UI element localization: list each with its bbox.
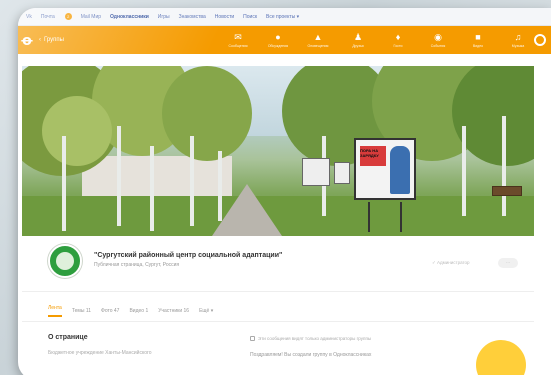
- toolbar-nav-label: Сообщения: [228, 44, 248, 48]
- portal-link[interactable]: Почта: [41, 14, 55, 20]
- portal-link[interactable]: Знакомства: [179, 14, 206, 20]
- toolbar-nav-label: Видео: [472, 44, 484, 48]
- video-icon: ■: [475, 32, 481, 42]
- group-title[interactable]: "Сургутский районный центр социальной ад…: [94, 252, 282, 259]
- admin-notice: Эти сообщения видят только администратор…: [250, 336, 371, 341]
- toolbar-nav-friends[interactable]: ♟ Друзья: [338, 26, 378, 54]
- small-billboard: [302, 158, 330, 186]
- more-options-button[interactable]: ···: [498, 258, 518, 268]
- tab-item[interactable]: Лента: [48, 305, 62, 317]
- guests-icon: ♦: [395, 32, 401, 42]
- tab-item[interactable]: Участники 16: [158, 308, 189, 314]
- group-header: "Сургутский районный центр социальной ад…: [22, 236, 534, 292]
- portal-link[interactable]: Игры: [158, 14, 170, 20]
- cover-photo[interactable]: ПОРА НА ЗАРЯДКУ: [22, 66, 534, 236]
- main-toolbar: ꝋ ‹ Группы ✉ Сообщения ● Обсуждения ▲ Оповеще…: [18, 26, 551, 54]
- toolbar-nav: ✉ Сообщения ● Обсуждения ▲ Оповещения ♟ Друзья ♦…: [218, 26, 538, 54]
- tab-item[interactable]: Фото 47: [101, 308, 119, 314]
- cover-building: [82, 156, 232, 201]
- toolbar-nav-label: Оповещения: [307, 44, 329, 48]
- portal-link[interactable]: Новости: [215, 14, 234, 20]
- portal-bar: Vk Почта 2 Mail Мир Одноклассники Игры Знакомс…: [18, 8, 551, 26]
- tab-item[interactable]: Видео 1: [129, 308, 148, 314]
- small-billboard: [334, 162, 350, 184]
- mail-count-badge: 2: [64, 13, 72, 20]
- tab-item[interactable]: Ещё ▾: [199, 308, 213, 314]
- chevron-left-icon: ‹: [39, 37, 41, 43]
- welcome-notice: Поздравляем! Вы создали группу в Однокла…: [250, 352, 372, 358]
- toolbar-nav-label: Музыка: [511, 44, 525, 48]
- music-icon: ♫: [514, 32, 522, 42]
- tree-foliage: [162, 66, 252, 161]
- admin-status[interactable]: ✓ Администратор: [432, 260, 470, 266]
- portal-link[interactable]: Поиск: [243, 14, 257, 20]
- birch-trunk: [190, 136, 194, 226]
- toolbar-nav-label: Обсуждения: [267, 44, 289, 48]
- toolbar-nav-label: События: [430, 44, 446, 48]
- bell-icon: ▲: [313, 32, 323, 42]
- birch-trunk: [502, 116, 506, 216]
- group-tabs: Лента Темы 11 Фото 47 Видео 1 Участники 16 Ещ…: [22, 300, 534, 322]
- toolbar-nav-video[interactable]: ■ Видео: [458, 26, 498, 54]
- park-bench: [492, 186, 522, 196]
- admin-notice-text: Эти сообщения видят только администратор…: [258, 336, 372, 341]
- toolbar-nav-chat[interactable]: ● Обсуждения: [258, 26, 298, 54]
- toolbar-nav-bell[interactable]: ▲ Оповещения: [298, 26, 338, 54]
- profile-avatar-icon[interactable]: [534, 34, 546, 46]
- birch-trunk: [218, 151, 222, 221]
- birch-trunk: [117, 126, 121, 226]
- chat-icon: ●: [275, 32, 281, 42]
- birch-trunk: [462, 126, 466, 216]
- envelope-icon: ✉: [234, 32, 242, 42]
- group-avatar[interactable]: [48, 244, 82, 278]
- toolbar-nav-guests[interactable]: ♦ Гости: [378, 26, 418, 54]
- billboard-figure: [390, 146, 410, 194]
- friends-icon: ♟: [353, 32, 363, 42]
- tree-foliage: [42, 96, 112, 166]
- portal-link[interactable]: Все проекты ▾: [266, 14, 299, 20]
- about-title: О странице: [48, 334, 88, 341]
- toolbar-nav-events[interactable]: ◉ События: [418, 26, 458, 54]
- billboard-text: ПОРА НА ЗАРЯДКУ: [360, 148, 379, 158]
- billboard-legs: [368, 202, 402, 232]
- toolbar-nav-music[interactable]: ♫ Музыка: [498, 26, 538, 54]
- cover-path: [212, 184, 282, 236]
- toolbar-nav-envelope[interactable]: ✉ Сообщения: [218, 26, 258, 54]
- billboard: ПОРА НА ЗАРЯДКУ: [354, 138, 416, 200]
- toolbar-nav-label: Друзья: [352, 44, 364, 48]
- about-text: Бюджетное учреждение Ханты-Мансийского: [48, 350, 152, 356]
- tab-item[interactable]: Темы 11: [72, 308, 91, 314]
- back-to-groups-button[interactable]: ‹ Группы: [39, 37, 64, 43]
- ok-logo-icon[interactable]: ꝋ: [21, 31, 33, 49]
- back-label: Группы: [44, 37, 64, 43]
- portal-link[interactable]: Mail Мир: [81, 14, 101, 20]
- events-icon: ◉: [434, 32, 442, 42]
- portal-link[interactable]: Одноклассники: [110, 14, 149, 20]
- birch-trunk: [150, 146, 154, 231]
- portal-link[interactable]: Vk: [26, 14, 32, 20]
- birch-trunk: [62, 136, 66, 231]
- lock-icon: [250, 336, 255, 341]
- avatar-emblem-icon: [56, 252, 74, 270]
- toolbar-nav-label: Гости: [393, 44, 403, 48]
- group-subtitle: Публичная страница, Сургут, Россия: [94, 262, 180, 268]
